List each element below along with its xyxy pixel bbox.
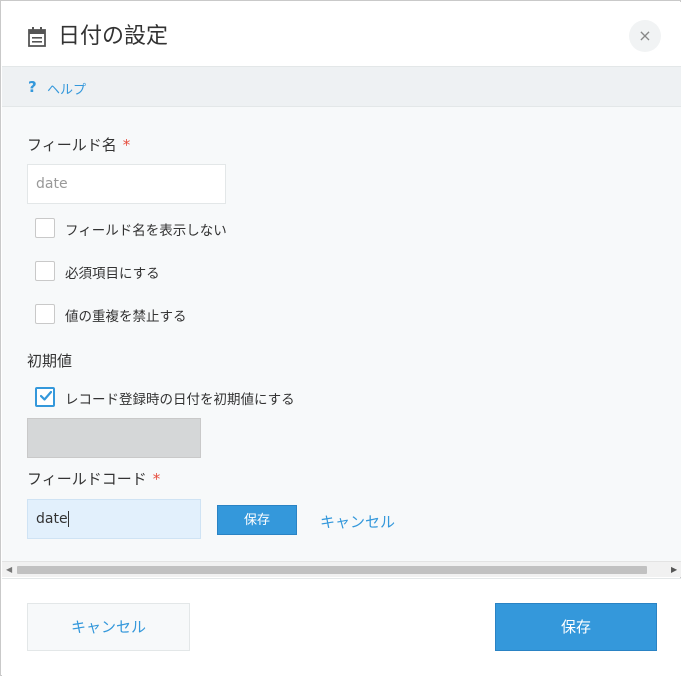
option-label: フィールド名を表示しない [65, 223, 227, 239]
field-name-input[interactable]: date [27, 164, 226, 204]
checkbox-checked[interactable] [35, 387, 55, 407]
close-button[interactable]: × [629, 20, 661, 52]
help-icon: ? [28, 78, 37, 96]
scrollbar-thumb[interactable] [17, 566, 647, 574]
field-code-save-button[interactable]: 保存 [217, 505, 297, 535]
scroll-right-arrow-icon[interactable]: ▶ [671, 565, 677, 574]
dialog-body: ? ヘルプ フィールド名 * date フィールド名を表示しない 必須項目にする … [2, 66, 681, 577]
dialog-header: 日付の設定 × [2, 2, 681, 66]
option-label: 値の重複を禁止する [65, 309, 187, 325]
scroll-left-arrow-icon[interactable]: ◀ [6, 565, 12, 574]
save-button[interactable]: 保存 [495, 603, 657, 651]
checkbox[interactable] [35, 304, 55, 324]
option-label: 必須項目にする [65, 266, 160, 282]
required-mark: * [152, 470, 161, 488]
dialog-title: 日付の設定 [58, 24, 169, 49]
field-code-label: フィールドコード * [27, 469, 160, 489]
help-link[interactable]: ヘルプ [47, 79, 86, 98]
option-label: レコード登録時の日付を初期値にする [65, 392, 295, 408]
field-name-label-text: フィールド名 [27, 136, 117, 154]
required-mark: * [122, 136, 131, 154]
field-code-cancel-link[interactable]: キャンセル [320, 511, 395, 532]
cancel-button[interactable]: キャンセル [27, 603, 190, 651]
initial-value-label: 初期値 [27, 352, 73, 370]
field-code-value: date [36, 511, 68, 527]
field-code-input[interactable]: date [27, 499, 201, 539]
checkbox[interactable] [35, 218, 55, 238]
calendar-icon [28, 27, 46, 47]
field-code-label-text: フィールドコード [27, 470, 147, 488]
field-name-label: フィールド名 * [27, 135, 130, 155]
help-bar: ? ヘルプ [2, 67, 681, 107]
date-settings-dialog: 日付の設定 × ? ヘルプ フィールド名 * date フィールド名を表示しない … [0, 0, 681, 676]
checkbox[interactable] [35, 261, 55, 281]
horizontal-scrollbar[interactable]: ◀ ▶ [2, 561, 681, 577]
text-caret [67, 511, 69, 527]
check-icon [40, 390, 52, 401]
initial-value-field [27, 418, 201, 458]
dialog-footer: キャンセル 保存 [2, 578, 681, 676]
